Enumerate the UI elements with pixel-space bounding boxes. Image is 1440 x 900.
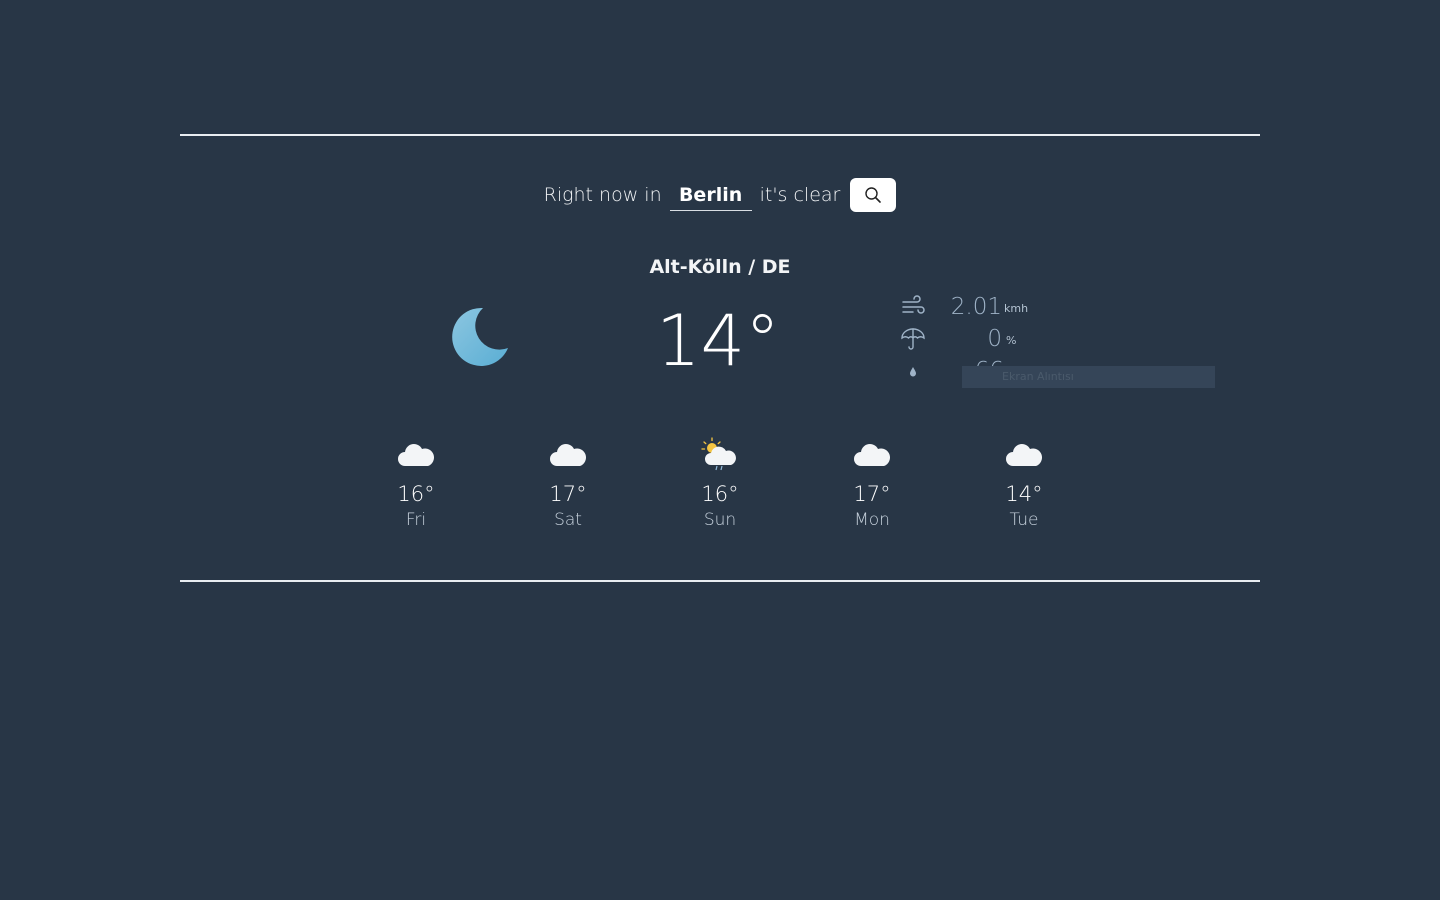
forecast-day-name: Tue: [1009, 510, 1039, 530]
bottom-divider: [180, 580, 1260, 582]
cloud-icon: [854, 444, 891, 466]
location-title: Alt-Kölln / DE: [649, 256, 791, 278]
forecast-day: 17° Sat: [492, 436, 644, 530]
forecast-temp: 16°: [397, 482, 435, 506]
city-input[interactable]: [669, 179, 752, 211]
sun-cloud-rain-icon: [701, 437, 736, 471]
forecast-temp: 17°: [853, 482, 891, 506]
wind-value: 2.01: [950, 294, 1002, 320]
search-button[interactable]: [850, 178, 897, 212]
cloud-icon: [398, 444, 435, 466]
umbrella-icon: [901, 328, 925, 350]
forecast-temp: 16°: [701, 482, 739, 506]
forecast-day-name: Sat: [554, 510, 582, 530]
forecast-day-name: Fri: [405, 510, 427, 530]
forecast-day-name: Sun: [703, 510, 737, 530]
forecast-day-name: Mon: [854, 510, 890, 530]
forecast-day: 14° Tue: [948, 436, 1100, 530]
precipitation-unit: %: [1006, 334, 1017, 347]
wind-icon: [902, 295, 925, 314]
forecast-day: 16° Fri: [340, 436, 492, 530]
cloud-icon: [1006, 444, 1043, 466]
search-row: Right now in it's clear: [0, 178, 1440, 212]
top-divider: [180, 134, 1260, 136]
wind-stat: 2.01 kmh: [898, 292, 1038, 324]
overlay-label: Ekran Alıntısı: [1002, 370, 1074, 383]
condition-text: it's clear: [759, 184, 841, 206]
current-temperature: 14°: [655, 300, 781, 382]
forecast-temp: 14°: [1005, 482, 1043, 506]
forecast-day: 16° Sun: [644, 436, 796, 530]
precipitation-value: 0: [987, 326, 1002, 352]
forecast-day: 17° Mon: [796, 436, 948, 530]
search-prefix: Right now in: [543, 184, 662, 206]
search-icon: [865, 187, 882, 203]
wind-unit: kmh: [1004, 302, 1029, 315]
forecast-row: 16° Fri 17° Sat 16° Sun 17° Mon 14° Tue: [340, 436, 1100, 546]
precipitation-stat: 0 %: [898, 324, 1038, 356]
screenshot-overlay: Ekran Alıntısı: [962, 366, 1215, 388]
forecast-temp: 17°: [549, 482, 587, 506]
weather-page: Right now in it's clear Alt-Kölln / DE 1…: [0, 0, 1440, 900]
cloud-icon: [550, 444, 587, 466]
droplet-icon: [910, 367, 916, 377]
moon-icon: [452, 307, 508, 366]
